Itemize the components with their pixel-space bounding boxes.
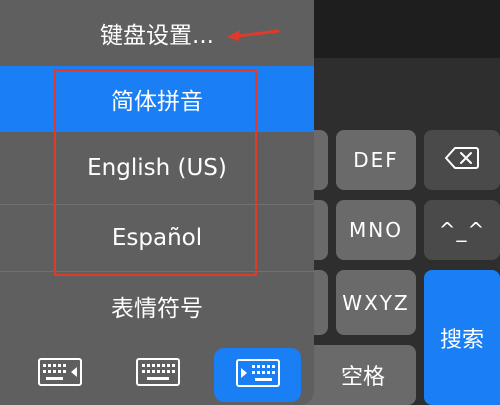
menu-item-label: English (US) [87,155,227,181]
menu-item-label: Español [111,225,203,251]
search-key[interactable]: 搜索 [424,270,500,405]
key-def[interactable]: DEF [336,130,416,190]
key-mno[interactable]: MNO [336,200,416,260]
key-def-label: DEF [353,148,399,172]
menu-item-emoji[interactable]: 表情符号 [0,272,314,340]
keyboard-left-icon [38,358,82,390]
menu-item-simplified-pinyin[interactable]: 简体拼音 [0,66,314,132]
menu-item-label: 简体拼音 [111,89,203,115]
annotation-arrow-icon [227,29,280,41]
keyboard-full-icon [136,358,180,390]
key-mno-label: MNO [349,218,403,242]
key-wxyz[interactable]: WXYZ [336,270,416,335]
search-key-label: 搜索 [439,327,484,353]
keyboard-switcher-menu: 键盘设置... 简体拼音 English (US) Español 表情符号 [0,0,314,405]
key-wxyz-label: WXYZ [342,290,410,315]
emoticon-key-label: ^_^ [438,218,486,242]
space-key-label: 空格 [340,365,385,390]
keyboard-left-button[interactable] [20,348,100,400]
menu-item-espanol[interactable]: Español [0,205,314,271]
keyboard-right-button[interactable] [214,348,301,402]
emoticon-key[interactable]: ^_^ [424,200,500,260]
keyboard-settings-label: 键盘设置... [100,23,214,49]
menu-item-english-us[interactable]: English (US) [0,132,314,204]
keyboard-right-icon [235,359,280,391]
delete-icon [445,146,479,174]
keyboard-full-button[interactable] [118,348,198,400]
delete-key[interactable] [424,130,500,190]
menu-item-label: 表情符号 [111,296,203,322]
